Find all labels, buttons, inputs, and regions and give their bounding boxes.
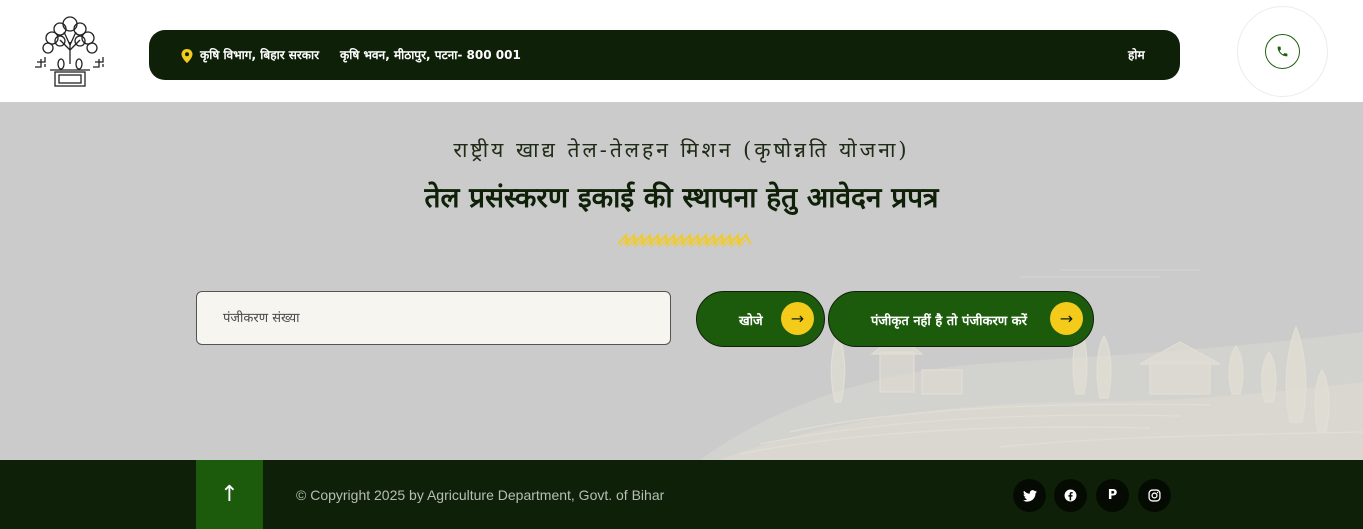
twitter-icon: [1022, 489, 1037, 502]
facebook-link[interactable]: [1054, 479, 1087, 512]
pinterest-icon: P: [1107, 488, 1118, 503]
bihar-emblem-icon[interactable]: [34, 12, 106, 89]
phone-icon: [1277, 46, 1288, 57]
scroll-to-top-button[interactable]: ↑: [196, 460, 263, 529]
page-title: तेल प्रसंस्करण इकाई की स्थापना हेतु आवेद…: [424, 181, 939, 214]
zigzag-divider: [617, 232, 752, 248]
scheme-name: राष्ट्रीय खाद्य तेल-तेलहन मिशन (कृषोन्नत…: [453, 138, 910, 162]
top-info-bar: कृषि विभाग, बिहार सरकार कृषि भवन, मीठापु…: [149, 30, 1180, 80]
register-button-label: पंजीकृत नहीं है तो पंजीकरण करें: [871, 314, 1027, 329]
map-pin-icon: [181, 49, 193, 63]
facebook-icon: [1064, 489, 1077, 502]
nav-home-link[interactable]: होम: [1128, 46, 1145, 63]
arrow-up-icon: ↑: [220, 482, 239, 507]
phone-button[interactable]: [1265, 34, 1300, 69]
arrow-right-icon: →: [1050, 302, 1083, 335]
registration-number-input[interactable]: [196, 291, 671, 345]
site-header: कृषि विभाग, बिहार सरकार कृषि भवन, मीठापु…: [0, 0, 1363, 102]
arrow-right-icon: →: [781, 302, 814, 335]
register-button[interactable]: पंजीकृत नहीं है तो पंजीकरण करें →: [828, 291, 1094, 347]
twitter-link[interactable]: [1013, 479, 1046, 512]
search-button[interactable]: खोजे →: [696, 291, 825, 347]
search-button-label: खोजे: [739, 314, 763, 329]
department-name: कृषि विभाग, बिहार सरकार: [200, 48, 320, 62]
phone-contact: [1237, 6, 1328, 97]
office-address: कृषि भवन, मीठापुर, पटना- 800 001: [340, 48, 521, 62]
instagram-icon: [1148, 489, 1161, 502]
site-footer: ↑ © Copyright 2025 by Agriculture Depart…: [0, 460, 1363, 529]
instagram-link[interactable]: [1138, 479, 1171, 512]
hero-section: राष्ट्रीय खाद्य तेल-तेलहन मिशन (कृषोन्नत…: [0, 102, 1363, 460]
pinterest-link[interactable]: P: [1096, 479, 1129, 512]
copyright-text: © Copyright 2025 by Agriculture Departme…: [296, 487, 665, 503]
